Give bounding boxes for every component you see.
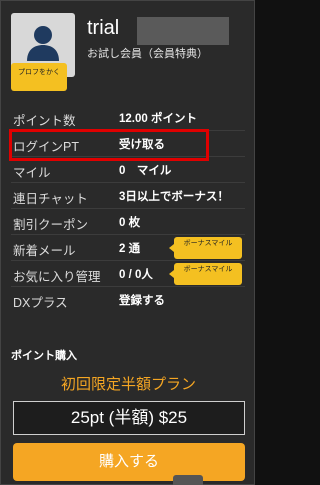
row-label: ポイント数	[13, 114, 76, 128]
member-type: お試し会員（会員特典）	[87, 48, 208, 60]
row-dx-plus: DXプラス 登録する	[11, 287, 245, 313]
user-silhouette-icon	[27, 26, 59, 61]
points-value: 12.00 ポイント	[119, 113, 197, 125]
write-profile-button[interactable]: プロフをかく	[11, 63, 67, 91]
bonus-mile-badge: ボーナスマイル	[169, 237, 242, 259]
row-label: 新着メール	[13, 244, 76, 258]
write-profile-label: プロフをかく	[18, 68, 60, 76]
dx-plus-register-link[interactable]: 登録する	[119, 292, 165, 308]
row-points: ポイント数 12.00 ポイント	[11, 105, 245, 131]
bonus-mile-label: ボーナスマイル	[183, 265, 233, 273]
buy-button[interactable]: 購入する	[13, 443, 245, 481]
new-mail-value: 2 通	[119, 243, 141, 255]
row-label: DXプラス	[13, 296, 68, 310]
row-daily-chat: 連日チャット 3日以上でボーナス！	[11, 183, 245, 209]
row-label: 連日チャット	[13, 192, 88, 206]
daily-chat-value: 3日以上でボーナス！	[119, 191, 229, 203]
username-redaction	[137, 17, 229, 45]
row-label: マイル	[13, 166, 51, 180]
point-purchase-title: ポイント購入	[11, 350, 77, 362]
username: trial	[87, 17, 120, 39]
bonus-mile-badge: ボーナスマイル	[169, 263, 242, 285]
plan-label: 25pt (半額) $25	[70, 408, 188, 427]
row-label: お気に入り管理	[13, 270, 101, 284]
buy-label: 購入する	[98, 453, 159, 470]
scroll-handle[interactable]	[173, 475, 203, 485]
coupon-value: 0 枚	[119, 217, 141, 229]
row-coupon: 割引クーポン 0 枚	[11, 209, 245, 235]
row-miles: マイル 0 マイル	[11, 157, 245, 183]
plan-select[interactable]: 25pt (半額) $25	[13, 401, 245, 435]
bonus-mile-label: ボーナスマイル	[183, 239, 233, 247]
row-label: 割引クーポン	[13, 218, 89, 232]
campaign-title: 初回限定半額プラン	[60, 376, 196, 393]
favorites-value: 0 / 0人	[119, 269, 153, 281]
miles-value: 0 マイル	[119, 165, 172, 177]
account-panel: プロフをかく trial お試し会員（会員特典） ポイント数 12.00 ポイン…	[0, 0, 255, 485]
